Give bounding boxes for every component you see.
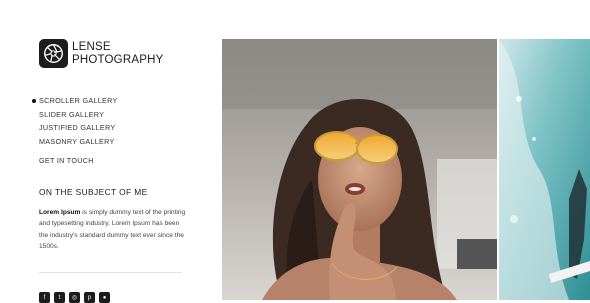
brand-line-2: PHOTOGRAPHY	[72, 53, 164, 66]
pinterest-icon[interactable]: p	[84, 292, 95, 303]
divider	[39, 272, 182, 273]
facebook-icon[interactable]: f	[39, 292, 50, 303]
nav-item-masonry-gallery[interactable]: MASONRY GALLERY	[39, 135, 118, 149]
gallery-photo-portrait[interactable]	[222, 39, 497, 300]
instagram-icon[interactable]: ◎	[69, 292, 80, 303]
main-nav: SCROLLER GALLERY SLIDER GALLERY JUSTIFIE…	[32, 94, 118, 168]
nav-item-justified-gallery[interactable]: JUSTIFIED GALLERY	[39, 121, 118, 135]
nav-item-get-in-touch[interactable]: GET IN TOUCH	[39, 154, 118, 168]
camera-aperture-icon	[39, 39, 68, 68]
social-links: f t ◎ p ●	[39, 292, 110, 303]
site-logo[interactable]: LENSE PHOTOGRAPHY	[39, 39, 163, 68]
nav-item-scroller-gallery[interactable]: SCROLLER GALLERY	[32, 94, 118, 108]
sidebar: LENSE PHOTOGRAPHY SCROLLER GALLERY SLIDE…	[0, 0, 222, 303]
gallery-photo-surf[interactable]	[499, 39, 590, 300]
brand-name: LENSE PHOTOGRAPHY	[72, 41, 163, 66]
nav-item-slider-gallery[interactable]: SLIDER GALLERY	[39, 108, 118, 122]
brand-line-1: LENSE	[72, 41, 111, 53]
about-title: ON THE SUBJECT OF ME	[39, 187, 148, 197]
about-text: Lorem Ipsum is simply dummy text of the …	[39, 207, 189, 253]
twitter-icon[interactable]: t	[54, 292, 65, 303]
scroller-gallery[interactable]	[222, 39, 590, 300]
dribbble-icon[interactable]: ●	[99, 292, 110, 303]
about-lead: Lorem Ipsum	[39, 209, 81, 216]
